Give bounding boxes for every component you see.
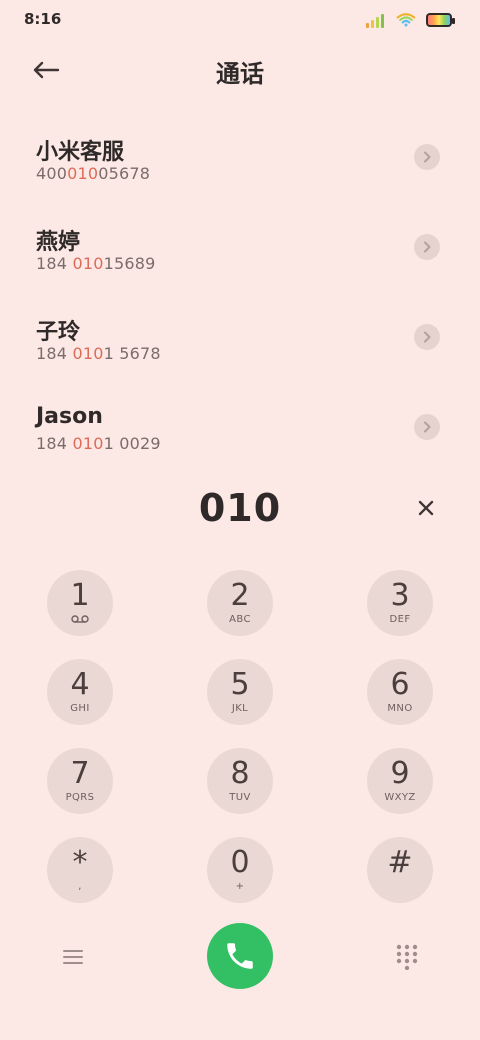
header: 通话 [0, 40, 480, 100]
status-time: 8:16 [24, 10, 62, 28]
key-digit: 0 [230, 845, 250, 880]
contact-detail-button[interactable] [414, 414, 440, 440]
key-letters: ABC [229, 613, 251, 625]
key-hash[interactable]: # [367, 837, 433, 903]
key-5[interactable]: 5 JKL [207, 659, 273, 725]
key-digit: 1 [70, 578, 90, 613]
number-match: 010 [72, 344, 104, 363]
number-suffix: 1 0029 [103, 434, 161, 450]
contact-item[interactable]: 子玲 184 0101 5678 [0, 290, 480, 380]
contact-item[interactable]: 燕婷 184 01015689 [0, 200, 480, 290]
key-digit: 3 [390, 578, 410, 613]
key-letters: + [235, 880, 245, 892]
wifi-icon [396, 13, 416, 27]
contact-name: 燕婷 [36, 230, 81, 255]
clear-button[interactable] [412, 494, 440, 522]
page-title: 通话 [216, 60, 264, 88]
key-4[interactable]: 4 GHI [47, 659, 113, 725]
key-3[interactable]: 3 DEF [367, 570, 433, 636]
menu-button[interactable] [56, 940, 90, 974]
key-digit: 7 [70, 756, 90, 791]
keypad-icon [396, 944, 418, 970]
key-digit: 8 [230, 756, 250, 791]
chevron-right-icon [424, 241, 431, 253]
cell-signal-icon [366, 12, 386, 28]
contact-detail-button[interactable] [414, 144, 440, 170]
key-1[interactable]: 1 [47, 570, 113, 636]
contact-item[interactable]: Jason 184 0101 0029 [0, 380, 480, 450]
dialed-number: 010 [198, 486, 282, 530]
contact-name: 小米客服 [36, 140, 125, 165]
number-prefix: 184 [36, 434, 73, 450]
key-digit: 9 [390, 756, 410, 791]
contact-number: 184 0101 0029 [36, 434, 161, 450]
key-digit: 5 [230, 667, 250, 702]
chevron-right-icon [424, 421, 431, 433]
key-6[interactable]: 6 MNO [367, 659, 433, 725]
key-digit: # [387, 845, 413, 880]
key-digit: 4 [70, 667, 90, 702]
voicemail-label [71, 613, 89, 625]
status-icons [366, 10, 455, 30]
key-letters: WXYZ [384, 791, 416, 803]
key-digit: 6 [390, 667, 410, 702]
number-prefix: 184 [36, 254, 73, 273]
number-prefix: 184 [36, 344, 73, 363]
key-letters: MNO [387, 702, 413, 714]
chevron-right-icon [424, 151, 431, 163]
number-suffix: 05678 [98, 164, 151, 183]
key-digit: * [72, 845, 88, 880]
number-prefix: 400 [36, 164, 68, 183]
key-letters: TUV [229, 791, 251, 803]
battery-icon [426, 13, 455, 27]
key-letters: GHI [70, 702, 90, 714]
bottom-bar [0, 920, 480, 1000]
key-star[interactable]: * , [47, 837, 113, 903]
voicemail-icon [71, 615, 89, 623]
contact-detail-button[interactable] [414, 234, 440, 260]
menu-icon [63, 950, 83, 964]
dialer-screen: 8:16 通话 小米客服 40001005678 燕婷 184 01015689… [0, 0, 480, 1040]
key-letters: PQRS [65, 791, 95, 803]
key-letters: , [78, 880, 82, 892]
key-letters: DEF [389, 613, 411, 625]
contact-number: 40001005678 [36, 164, 150, 183]
close-icon [418, 500, 434, 516]
contact-name: Jason [36, 404, 103, 429]
number-match: 010 [72, 434, 104, 450]
contact-detail-button[interactable] [414, 324, 440, 350]
contact-number: 184 0101 5678 [36, 344, 161, 363]
status-bar: 8:16 [0, 0, 480, 40]
number-suffix: 1 5678 [103, 344, 161, 363]
number-match: 010 [67, 164, 99, 183]
contact-item[interactable]: 小米客服 40001005678 [0, 110, 480, 200]
contact-list: 小米客服 40001005678 燕婷 184 01015689 子玲 184 … [0, 110, 480, 450]
contact-name: 子玲 [36, 320, 81, 345]
keypad: 1 2 ABC 3 DEF 4 GHI 5 JKL 6 MNO 7 PQRS 8… [0, 568, 480, 908]
key-letters: JKL [231, 702, 249, 714]
phone-icon [227, 943, 253, 969]
key-digit: 2 [230, 578, 250, 613]
number-match: 010 [72, 254, 104, 273]
dial-display: 010 [0, 480, 480, 540]
key-7[interactable]: 7 PQRS [47, 748, 113, 814]
call-button[interactable] [207, 923, 273, 989]
number-suffix: 15689 [103, 254, 156, 273]
key-8[interactable]: 8 TUV [207, 748, 273, 814]
key-2[interactable]: 2 ABC [207, 570, 273, 636]
contact-number: 184 01015689 [36, 254, 155, 273]
keypad-toggle-button[interactable] [390, 940, 424, 974]
key-0[interactable]: 0 + [207, 837, 273, 903]
key-9[interactable]: 9 WXYZ [367, 748, 433, 814]
chevron-right-icon [424, 331, 431, 343]
